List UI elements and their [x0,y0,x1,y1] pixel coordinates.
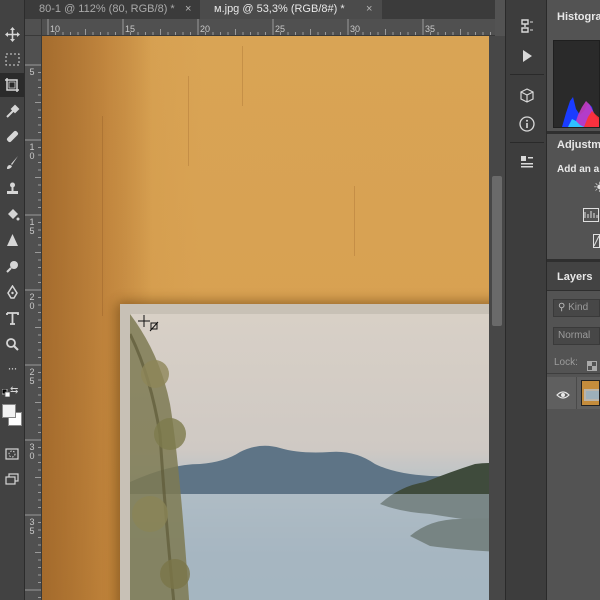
ruler-label: 10 [50,24,61,34]
divider [547,290,600,291]
ruler-label: 20 [200,24,211,34]
wood-grain [354,186,355,256]
panel-icon-strip [505,0,547,600]
tab-label: м.jpg @ 53,3% (RGB/8#) * [214,3,345,15]
blur-tool-icon[interactable] [0,228,24,252]
default-colors-icon[interactable] [1,384,11,398]
fill-tool-icon[interactable] [0,202,24,226]
blend-mode-value: Normal [558,330,591,341]
ruler-label: 35 [29,517,35,536]
marquee-tool-icon[interactable] [0,47,24,71]
layer-thumbnail [581,380,600,406]
ruler-label: 25 [29,367,35,386]
divider [576,377,577,409]
tab-document-2[interactable]: м.jpg @ 53,3% (RGB/8#) * × [200,0,382,19]
play-action-icon[interactable] [517,46,537,66]
layer-comps-icon[interactable] [517,152,537,172]
ruler-label: 15 [29,217,35,236]
wood-grain [102,116,103,316]
document-canvas[interactable] [42,36,489,600]
tab-label: 80-1 @ 112% (80, RGB/8) * [39,3,175,15]
search-icon: ⚲ [558,302,566,313]
type-tool-icon[interactable] [0,306,24,330]
ruler-label: 30 [350,24,361,34]
histogram-graph [553,40,600,128]
screen-mode-icon[interactable] [0,467,24,491]
ruler-label: 30 [29,442,35,461]
right-panels: Histogram Adjustme Add an a ☀ Layers ⚲ K… [547,0,600,600]
ruler-label: 20 [29,292,35,311]
lock-label: Lock: [554,357,578,368]
ruler-label: 10 [29,142,35,161]
ruler-origin[interactable] [25,19,42,36]
tab-document-1[interactable]: 80-1 @ 112% (80, RGB/8) * × [25,0,200,19]
move-tool-icon[interactable] [0,22,24,46]
zoom-tool-icon[interactable] [0,332,24,356]
landscape-photo [130,314,489,600]
separator [510,142,544,143]
info-icon[interactable] [517,114,537,134]
separator [510,74,544,75]
brightness-icon[interactable]: ☀ [593,180,600,194]
blend-mode-select[interactable]: Normal [553,327,600,345]
history-icon[interactable] [517,16,537,36]
swap-colors-icon[interactable]: ⇆ [10,386,22,396]
tool-bar: ··· ⇆ [0,0,25,600]
stamp-tool-icon[interactable] [0,176,24,200]
adjustments-panel-title[interactable]: Adjustme [557,139,600,151]
kind-filter-label: Kind [568,302,589,313]
canvas-scrollbar[interactable] [489,36,505,600]
document-tabs: 80-1 @ 112% (80, RGB/8) * × м.jpg @ 53,3… [25,0,495,19]
ruler-label: 5 [29,67,35,77]
perspective-crop-tool-icon[interactable] [0,73,24,97]
histogram-panel-title[interactable]: Histogram [557,11,600,23]
levels-icon[interactable] [583,208,599,227]
divider [547,373,600,374]
gradient-map-icon[interactable] [593,234,600,253]
vertical-ruler[interactable]: 5 10 15 20 25 30 35 [25,36,42,600]
more-tools-icon[interactable]: ··· [0,356,24,380]
quick-mask-icon[interactable] [0,442,24,466]
ruler-label: 35 [425,24,436,34]
eyedropper-tool-icon[interactable] [0,99,24,123]
healing-brush-tool-icon[interactable] [0,124,24,148]
ruler-label: 15 [125,24,136,34]
pen-tool-icon[interactable] [0,280,24,304]
layer-kind-filter[interactable]: ⚲ Kind [553,299,600,317]
wood-grain [188,76,189,166]
close-tab-icon[interactable]: × [185,0,191,19]
close-tab-icon[interactable]: × [366,0,372,19]
divider [547,131,600,134]
brush-tool-icon[interactable] [0,150,24,174]
layers-panel-title[interactable]: Layers [557,271,592,283]
foreground-color-swatch[interactable] [2,404,16,418]
adjustments-add-label: Add an a [557,164,600,175]
crosshair-cursor-icon [138,315,164,344]
visibility-eye-icon[interactable] [556,387,570,405]
3d-icon[interactable] [517,86,537,106]
ruler-label: 25 [275,24,286,34]
wood-grain [242,46,243,106]
dodge-tool-icon[interactable] [0,254,24,278]
scrollbar-thumb[interactable] [492,176,502,326]
horizontal-ruler[interactable]: 10 15 20 25 30 35 [42,19,495,36]
layer-row[interactable] [547,377,600,409]
